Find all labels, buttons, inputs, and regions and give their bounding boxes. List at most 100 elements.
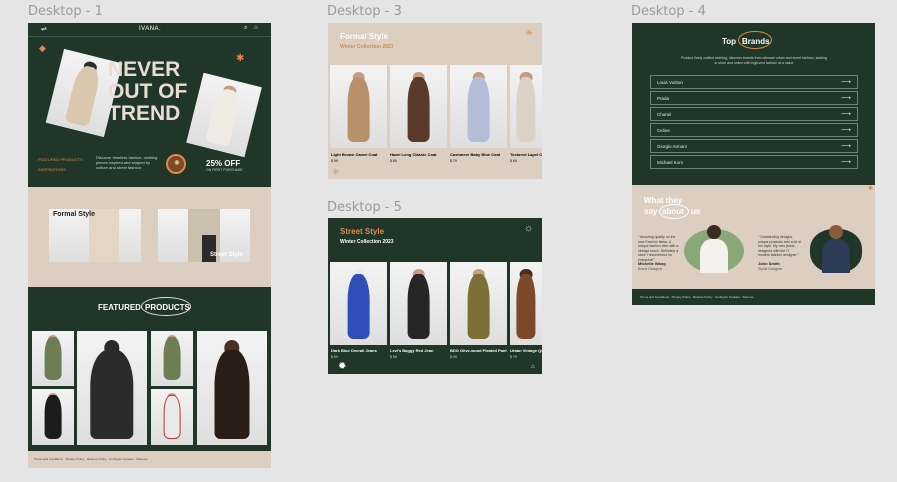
testimonial-quote-2: " Outstanding designs, unique products a… — [758, 235, 802, 257]
product-photo-3[interactable] — [77, 331, 147, 445]
frame-label-desktop-3[interactable]: Desktop - 3 — [327, 4, 402, 19]
arrow-right-icon: ⟶ — [840, 95, 851, 102]
d3-product-photo-1[interactable] — [330, 65, 387, 148]
d3-product-name-1[interactable]: Light Brown Camel Coat — [331, 152, 377, 157]
nav-inspirations[interactable]: INSPIRATIONS — [38, 167, 66, 172]
sun-icon: ☼ — [524, 223, 534, 234]
featured-title-circled: PRODUCTS — [141, 297, 191, 316]
arrow-right-icon: ⟶ — [840, 159, 851, 166]
d5-product-photo-2[interactable] — [390, 262, 447, 345]
d5-product-name-4[interactable]: Urban Vintage Quilted Jacket — [510, 348, 542, 353]
diamond-icon: ◆ — [39, 43, 46, 53]
top-nav: ⇌ IVANA. ⌕ ⌂ — [28, 23, 271, 37]
arrow-right-icon: ⟶ — [840, 127, 851, 134]
testimonial-role-2: Stylist Designer — [758, 267, 783, 271]
discount-label: 25% OFF — [206, 159, 241, 168]
d5-product-photo-3[interactable] — [450, 262, 507, 345]
d3-product-photo-3[interactable] — [450, 65, 507, 148]
search-icon[interactable]: ⌕ — [244, 25, 247, 32]
brand-name: Louis Vuitton — [657, 80, 683, 85]
product-photo-6[interactable] — [197, 331, 267, 445]
d3-product-photo-4[interactable] — [510, 65, 542, 148]
street-style-label: Street Style — [210, 252, 244, 258]
brand-name: Celine — [657, 128, 670, 133]
sparkle-icon: ✱ — [868, 186, 874, 192]
desktop-5-frame[interactable]: Street Style Winter Collection 2023 ☼ Da… — [328, 218, 542, 374]
brand-name: Prada — [657, 96, 670, 101]
street-style-card[interactable]: Street Style — [158, 209, 250, 262]
d3-product-price-2: $ 89 — [390, 159, 397, 163]
d3-product-name-2[interactable]: Hazel Long Classic Coat — [390, 152, 436, 157]
filter-icon[interactable]: ⇌ — [41, 25, 47, 33]
d3-product-name-3[interactable]: Cashmere Baby Blue Coat — [450, 152, 500, 157]
d5-product-name-1[interactable]: Dark Blue Overall Jeans — [331, 348, 377, 353]
d5-product-price-2: $ 59 — [390, 355, 397, 359]
d4-footer: Terms and Conditions · Privacy Policy · … — [632, 289, 875, 305]
hero-description: Discover timeless fashion, clothing piec… — [96, 155, 158, 170]
brand-name: Chanel — [657, 112, 672, 117]
brand-name: Michael Kors — [657, 160, 684, 165]
d3-product-price-1: $ 99 — [331, 159, 338, 163]
d5-product-name-2[interactable]: Levi's Baggy Red Jean — [390, 348, 433, 353]
hero-section: ⇌ IVANA. ⌕ ⌂ ◆ NEVER OUT OF TREND ✱ FEAT… — [28, 23, 271, 187]
d3-product-price-3: $ 79 — [450, 159, 457, 163]
product-photo-1[interactable] — [32, 331, 74, 386]
testimonial-avatar-1 — [696, 223, 732, 273]
frame-label-desktop-4[interactable]: Desktop - 4 — [631, 4, 706, 19]
featured-section: FEATURED PRODUCTS — [28, 287, 271, 451]
logo[interactable]: IVANA. — [139, 26, 161, 32]
d3-product-name-4[interactable]: Textured Lapel Collar Coat — [510, 152, 542, 157]
arrow-right-icon: ⟶ — [840, 79, 851, 86]
d4-footer-links[interactable]: Terms and Conditions · Privacy Policy · … — [640, 295, 753, 299]
home-icon[interactable]: ⌂ — [254, 25, 258, 31]
brand-row-4[interactable]: Celine ⟶ — [650, 123, 858, 137]
d5-title: Street Style — [340, 227, 385, 236]
desktop-1-frame[interactable]: ⇌ IVANA. ⌕ ⌂ ◆ NEVER OUT OF TREND ✱ FEAT… — [28, 23, 271, 468]
product-photo-5[interactable] — [151, 389, 193, 445]
d5-product-name-3[interactable]: BDG Olive-wood Pleated Pant — [450, 348, 507, 353]
testimonial-name-1: Michelle Wang — [638, 261, 666, 266]
sparkle-icon: ✳ — [525, 28, 534, 39]
d5-product-price-1: $ 69 — [331, 355, 338, 359]
testimonial-quote-1: " Amazing quality on the new Fashion ite… — [638, 235, 679, 262]
starburst-icon: ✳ — [332, 167, 340, 177]
about-title-2: say — [644, 207, 658, 216]
arrow-right-icon: ⟶ — [840, 111, 851, 118]
about-title-3: us — [691, 207, 701, 216]
frame-label-desktop-5[interactable]: Desktop - 5 — [327, 200, 402, 215]
d3-title: Formal Style — [340, 32, 389, 41]
d3-subtitle: Winter Collection 2023 — [340, 44, 394, 50]
home-icon[interactable]: ⌂ — [531, 364, 535, 370]
formal-style-card[interactable]: Formal Style — [49, 209, 141, 262]
sparkle-icon: ✱ — [236, 53, 245, 64]
product-photo-4[interactable] — [151, 331, 193, 386]
desktop-4-frame[interactable]: Top Brands Product finely crafted clothi… — [632, 23, 875, 305]
product-photo-2[interactable] — [32, 389, 74, 445]
desktop-3-frame[interactable]: Formal Style Winter Collection 2023 ✳ Li… — [328, 23, 542, 179]
brands-title-circled: Brands — [738, 31, 772, 49]
d1-footer-links[interactable]: Terms and Conditions · Privacy Policy · … — [34, 457, 147, 461]
testimonial-name-2: John Smith — [758, 261, 780, 266]
brand-row-5[interactable]: Giorgio Armani ⟶ — [650, 139, 858, 153]
nav-featured-products[interactable]: FEATURED PRODUCTS — [38, 157, 83, 162]
brand-row-6[interactable]: Michael Kors ⟶ — [650, 155, 858, 169]
brand-row-2[interactable]: Prada ⟶ — [650, 91, 858, 105]
d5-product-photo-1[interactable] — [330, 262, 387, 345]
testimonial-avatar-2 — [818, 223, 854, 273]
d5-product-photo-4[interactable] — [510, 262, 542, 345]
brand-name: Giorgio Armani — [657, 144, 687, 149]
testimonial-role-1: Brand Designer — [638, 267, 663, 271]
d5-product-price-4: $ 79 — [510, 355, 517, 359]
brand-row-1[interactable]: Louis Vuitton ⟶ — [650, 75, 858, 89]
featured-title: FEATURED — [98, 303, 141, 312]
brands-section: Top Brands Product finely crafted clothi… — [632, 23, 875, 185]
discount-sub: ON FIRST PURCHASE — [206, 168, 243, 172]
d5-subtitle: Winter Collection 2023 — [340, 239, 394, 245]
frame-label-desktop-1[interactable]: Desktop - 1 — [28, 4, 103, 19]
brands-description: Product finely crafted clothing, discove… — [681, 56, 827, 65]
brand-row-3[interactable]: Chanel ⟶ — [650, 107, 858, 121]
badge-icon: ✺ — [174, 160, 180, 167]
starburst-icon: ✹ — [338, 361, 347, 372]
d3-product-photo-2[interactable] — [390, 65, 447, 148]
d3-product-price-4: $ 69 — [510, 159, 517, 163]
